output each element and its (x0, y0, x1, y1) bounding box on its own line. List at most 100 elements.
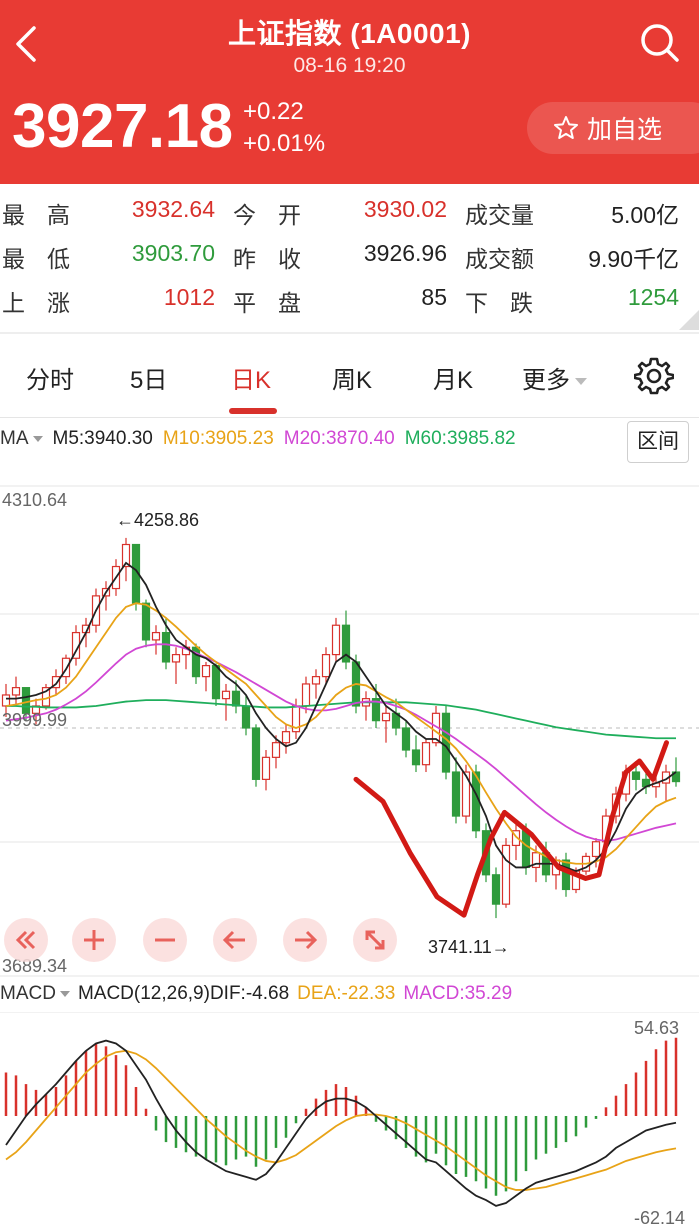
zoom-out-far-button[interactable] (4, 918, 48, 962)
candle-up (201, 665, 211, 678)
arrow-left-icon (222, 930, 245, 950)
candle-down (521, 830, 531, 869)
caret-down-icon (575, 378, 587, 386)
quote-header: 上证指数 (1A0001) 08-16 19:20 3927.18 +0.22 … (0, 0, 699, 184)
macd-legend: MACD MACD(12,26,9) DIF:-4.68 DEA:-22.33 … (0, 983, 512, 1005)
up-value: 1012 (163, 284, 215, 310)
macd-top-label: 54.63 (634, 1018, 680, 1038)
candle-down (561, 859, 571, 891)
open-value: 3930.02 (363, 196, 447, 222)
tab-daily-k[interactable]: 日K (231, 360, 271, 395)
gear-icon (633, 357, 675, 395)
high-value: 3932.64 (131, 196, 215, 222)
high-label: 最高 (2, 202, 92, 228)
macd-params: MACD(12,26,9) (77, 983, 210, 1004)
range-button[interactable]: 区间 (627, 421, 689, 463)
macd-selector-label: MACD (0, 983, 56, 1004)
indicator-selector-label: MA (0, 428, 29, 449)
quote-time: 08-16 19:20 (293, 54, 406, 77)
candle-up (281, 731, 291, 744)
candle-up (151, 631, 161, 641)
y-axis-max-label: 4310.64 (2, 490, 68, 510)
candle-up (1, 694, 11, 707)
candle-up (311, 676, 321, 685)
zoom-in-button[interactable] (72, 918, 116, 962)
stats-row-2: 最低 3903.70 昨收 3926.96 成交额 9.90千亿 (0, 240, 699, 280)
low-label: 最低 (2, 246, 92, 272)
candlestick-chart[interactable] (0, 478, 699, 978)
down-label: 下跌 (465, 290, 555, 316)
pan-left-button[interactable] (213, 918, 257, 962)
candle-down (161, 631, 171, 663)
candle-down (241, 705, 251, 729)
tab-weekly-k[interactable]: 周K (332, 360, 372, 395)
tab-more[interactable]: 更多 (522, 360, 587, 395)
low-marker-label: 3741.11→ (428, 937, 510, 957)
quote-stats: 最高 3932.64 今开 3930.02 成交量 5.00亿 最低 3903.… (0, 190, 699, 330)
minus-icon (155, 938, 175, 942)
add-favorite-button[interactable]: 加自选 (527, 102, 699, 154)
ma20-line (5, 643, 677, 842)
candle-down (251, 727, 261, 780)
open-label: 今开 (233, 202, 323, 228)
candle-up (321, 653, 331, 678)
y-axis-mid-label: 3999.99 (2, 710, 68, 730)
down-value: 1254 (627, 284, 679, 310)
candle-down (231, 690, 241, 707)
change-percent: +0.01% (243, 130, 326, 157)
indicator-selector[interactable]: MA (0, 428, 43, 456)
dea-value: DEA:-22.33 (297, 983, 396, 1004)
pan-right-button[interactable] (283, 918, 327, 962)
macd-bottom-label: -62.14 (634, 1208, 686, 1224)
zoom-out-button[interactable] (143, 918, 187, 962)
caret-down-icon (59, 990, 70, 997)
candle-down (411, 749, 421, 766)
arrow-right-icon (295, 930, 318, 950)
fullscreen-button[interactable] (353, 918, 397, 962)
expand-corner-icon[interactable] (679, 310, 699, 330)
ma10-value: M10:3905.23 (162, 428, 274, 449)
candle-up (381, 712, 391, 722)
ma10-line (5, 602, 677, 865)
search-button[interactable] (639, 22, 681, 64)
macd-chart[interactable] (0, 1012, 699, 1224)
amount-label: 成交额 (465, 246, 534, 272)
candle-up (261, 756, 271, 780)
candle-up (501, 844, 511, 905)
macd-value: MACD:35.29 (403, 983, 513, 1004)
candle-up (591, 841, 601, 858)
prev-close-value: 3926.96 (363, 240, 447, 266)
ma-legend: MA M5:3940.30 M10:3905.23 M20:3870.40 M6… (0, 428, 516, 456)
candle-up (331, 624, 341, 656)
ma20-value: M20:3870.40 (283, 428, 395, 449)
low-value: 3903.70 (131, 240, 215, 266)
search-icon (641, 24, 679, 62)
tab-5day[interactable]: 5日 (130, 360, 167, 395)
macd-selector[interactable]: MACD (0, 983, 70, 1005)
candle-up (221, 690, 231, 700)
tab-timeshare[interactable]: 分时 (26, 360, 74, 395)
volume-value: 5.00亿 (611, 202, 679, 228)
double-chevron-left-icon (15, 930, 36, 950)
volume-label: 成交量 (465, 202, 534, 228)
amount-value: 9.90千亿 (588, 246, 679, 272)
divider (0, 332, 699, 334)
page-title: 上证指数 (1A0001) (227, 18, 471, 49)
settings-button[interactable] (633, 356, 675, 396)
ma5-value: M5:3940.30 (52, 428, 153, 449)
candle-up (171, 653, 181, 663)
candle-down (401, 727, 411, 751)
divider (0, 417, 699, 418)
flat-value: 85 (421, 284, 447, 310)
stats-row-3: 上涨 1012 平盘 85 下跌 1254 (0, 284, 699, 324)
ma60-value: M60:3985.82 (404, 428, 516, 449)
candle-down (141, 602, 151, 641)
tab-monthly-k[interactable]: 月K (433, 360, 473, 395)
flat-label: 平盘 (233, 290, 323, 316)
candle-up (271, 742, 281, 758)
candle-down (441, 712, 451, 773)
candle-up (11, 687, 21, 696)
up-label: 上涨 (2, 290, 92, 316)
dif-value: DIF:-4.68 (209, 983, 290, 1004)
prev-close-label: 昨收 (233, 246, 323, 272)
